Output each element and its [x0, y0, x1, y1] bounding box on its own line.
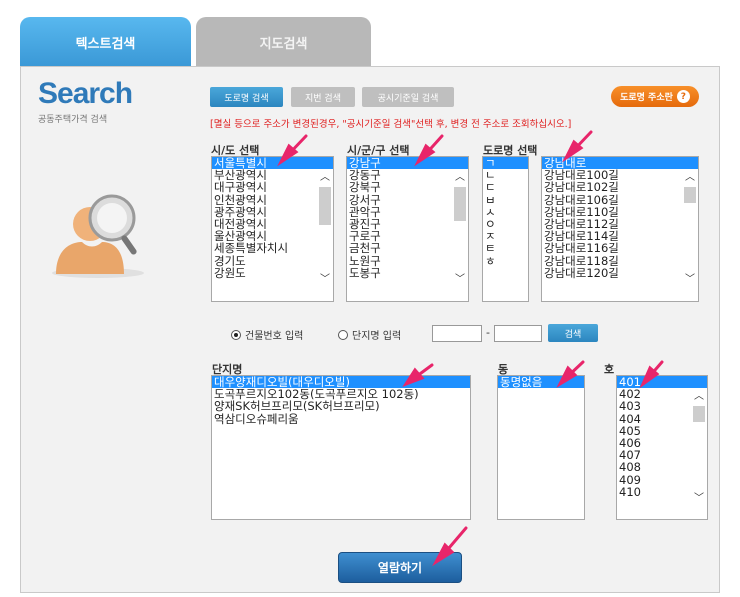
list-item[interactable]: 양재SK허브프리모(SK허브프리모): [212, 400, 470, 412]
brand-title: Search: [38, 77, 133, 110]
radio-building-no-label: 건물번호 입력: [245, 331, 304, 342]
list-item[interactable]: ㅌ: [483, 242, 528, 254]
radio-building-no[interactable]: 건물번호 입력: [231, 327, 303, 342]
sido-scrollbar[interactable]: ︿ ﹀: [317, 157, 333, 301]
list-item[interactable]: 역삼디오슈페리움: [212, 412, 470, 424]
road-address-button[interactable]: 도로명 주소란 ?: [611, 86, 699, 107]
list-item[interactable]: 대구광역시: [212, 181, 333, 193]
initial-listbox[interactable]: ㄱㄴㄷㅂㅅㅇㅈㅌㅎ: [482, 156, 529, 302]
ho-scrollbar[interactable]: ︿ ﹀: [691, 376, 707, 519]
road-search-button[interactable]: 도로명 검색: [210, 87, 283, 107]
open-button[interactable]: 열람하기: [338, 552, 462, 583]
radio-danji-name-label: 단지명 입력: [352, 331, 402, 342]
list-item[interactable]: 노원구: [347, 254, 468, 266]
scroll-up-icon[interactable]: ︿: [452, 171, 468, 185]
search-button[interactable]: 검색: [548, 324, 598, 342]
brand-subtitle: 공동주택가격 검색: [38, 115, 108, 125]
list-item[interactable]: ㅎ: [483, 254, 528, 266]
dong-listbox[interactable]: 동명없음: [497, 375, 585, 520]
list-item[interactable]: ㅂ: [483, 193, 528, 205]
building-sub-no-input[interactable]: [494, 325, 542, 342]
list-item[interactable]: 강남대로106길: [542, 193, 698, 205]
scroll-down-icon[interactable]: ﹀: [317, 273, 333, 287]
radio-off-icon[interactable]: [338, 329, 348, 340]
tab-text-search[interactable]: 텍스트검색: [20, 17, 191, 67]
ho-listbox[interactable]: 401 402 403 404 405 406 407 408 409 410 ︿ ﹀: [616, 375, 708, 520]
list-item[interactable]: 강원도: [212, 266, 333, 278]
notice-text: [멸실 등으로 주소가 변경된경우, "공시기준일 검색"선택 후, 변경 전 …: [210, 119, 572, 130]
list-item[interactable]: 강남대로120길: [542, 266, 698, 278]
sigungu-scrollbar[interactable]: ︿ ﹀: [452, 157, 468, 301]
list-item[interactable]: 강남대로102길: [542, 181, 698, 193]
scroll-up-icon[interactable]: ︿: [682, 171, 698, 185]
list-item[interactable]: 인천광역시: [212, 193, 333, 205]
sigungu-listbox[interactable]: 강남구 강동구 강북구 강서구 관악구 광진구 구로구 금천구 노원구 도봉구 ︿ ﹀: [346, 156, 469, 302]
road-listbox[interactable]: 강남대로 강남대로100길 강남대로102길 강남대로106길 강남대로110길 강남대로…: [541, 156, 699, 302]
radio-danji-name[interactable]: 단지명 입력: [338, 327, 401, 342]
list-item[interactable]: 경기도: [212, 254, 333, 266]
list-item[interactable]: 강북구: [347, 181, 468, 193]
help-icon: ?: [676, 90, 690, 103]
list-item[interactable]: 세종특별자치시: [212, 242, 333, 254]
person-search-icon: [52, 194, 144, 278]
list-item[interactable]: 금천구: [347, 242, 468, 254]
list-item[interactable]: 강남대로116길: [542, 242, 698, 254]
radio-on-icon[interactable]: [231, 329, 241, 340]
ho-label: 호: [604, 363, 615, 376]
list-item[interactable]: 강남대로118길: [542, 254, 698, 266]
danji-listbox[interactable]: 대우양재디오빌(대우디오빌) 도곡푸르지오102동(도곡푸르지오 102동) 양재S…: [211, 375, 471, 520]
scroll-down-icon[interactable]: ﹀: [682, 273, 698, 287]
jibun-search-button[interactable]: 지번 검색: [291, 87, 355, 107]
scroll-down-icon[interactable]: ﹀: [452, 273, 468, 287]
list-item[interactable]: 동명없음: [498, 376, 584, 388]
dash-separator: -: [486, 326, 490, 339]
scroll-up-icon[interactable]: ︿: [691, 390, 707, 404]
road-address-label: 도로명 주소란: [620, 93, 673, 103]
list-item[interactable]: ㄷ: [483, 181, 528, 193]
date-search-button[interactable]: 공시기준일 검색: [362, 87, 454, 107]
sido-listbox[interactable]: 서울특별시 부산광역시 대구광역시 인천광역시 광주광역시 대전광역시 울산광역시 세종특별자…: [211, 156, 334, 302]
tab-map-search[interactable]: 지도검색: [196, 17, 371, 67]
list-item[interactable]: 도봉구: [347, 266, 468, 278]
scroll-down-icon[interactable]: ﹀: [691, 492, 707, 506]
building-main-no-input[interactable]: [432, 325, 482, 342]
list-item[interactable]: 강서구: [347, 193, 468, 205]
scroll-up-icon[interactable]: ︿: [317, 171, 333, 185]
road-scrollbar[interactable]: ︿ ﹀: [682, 157, 698, 301]
